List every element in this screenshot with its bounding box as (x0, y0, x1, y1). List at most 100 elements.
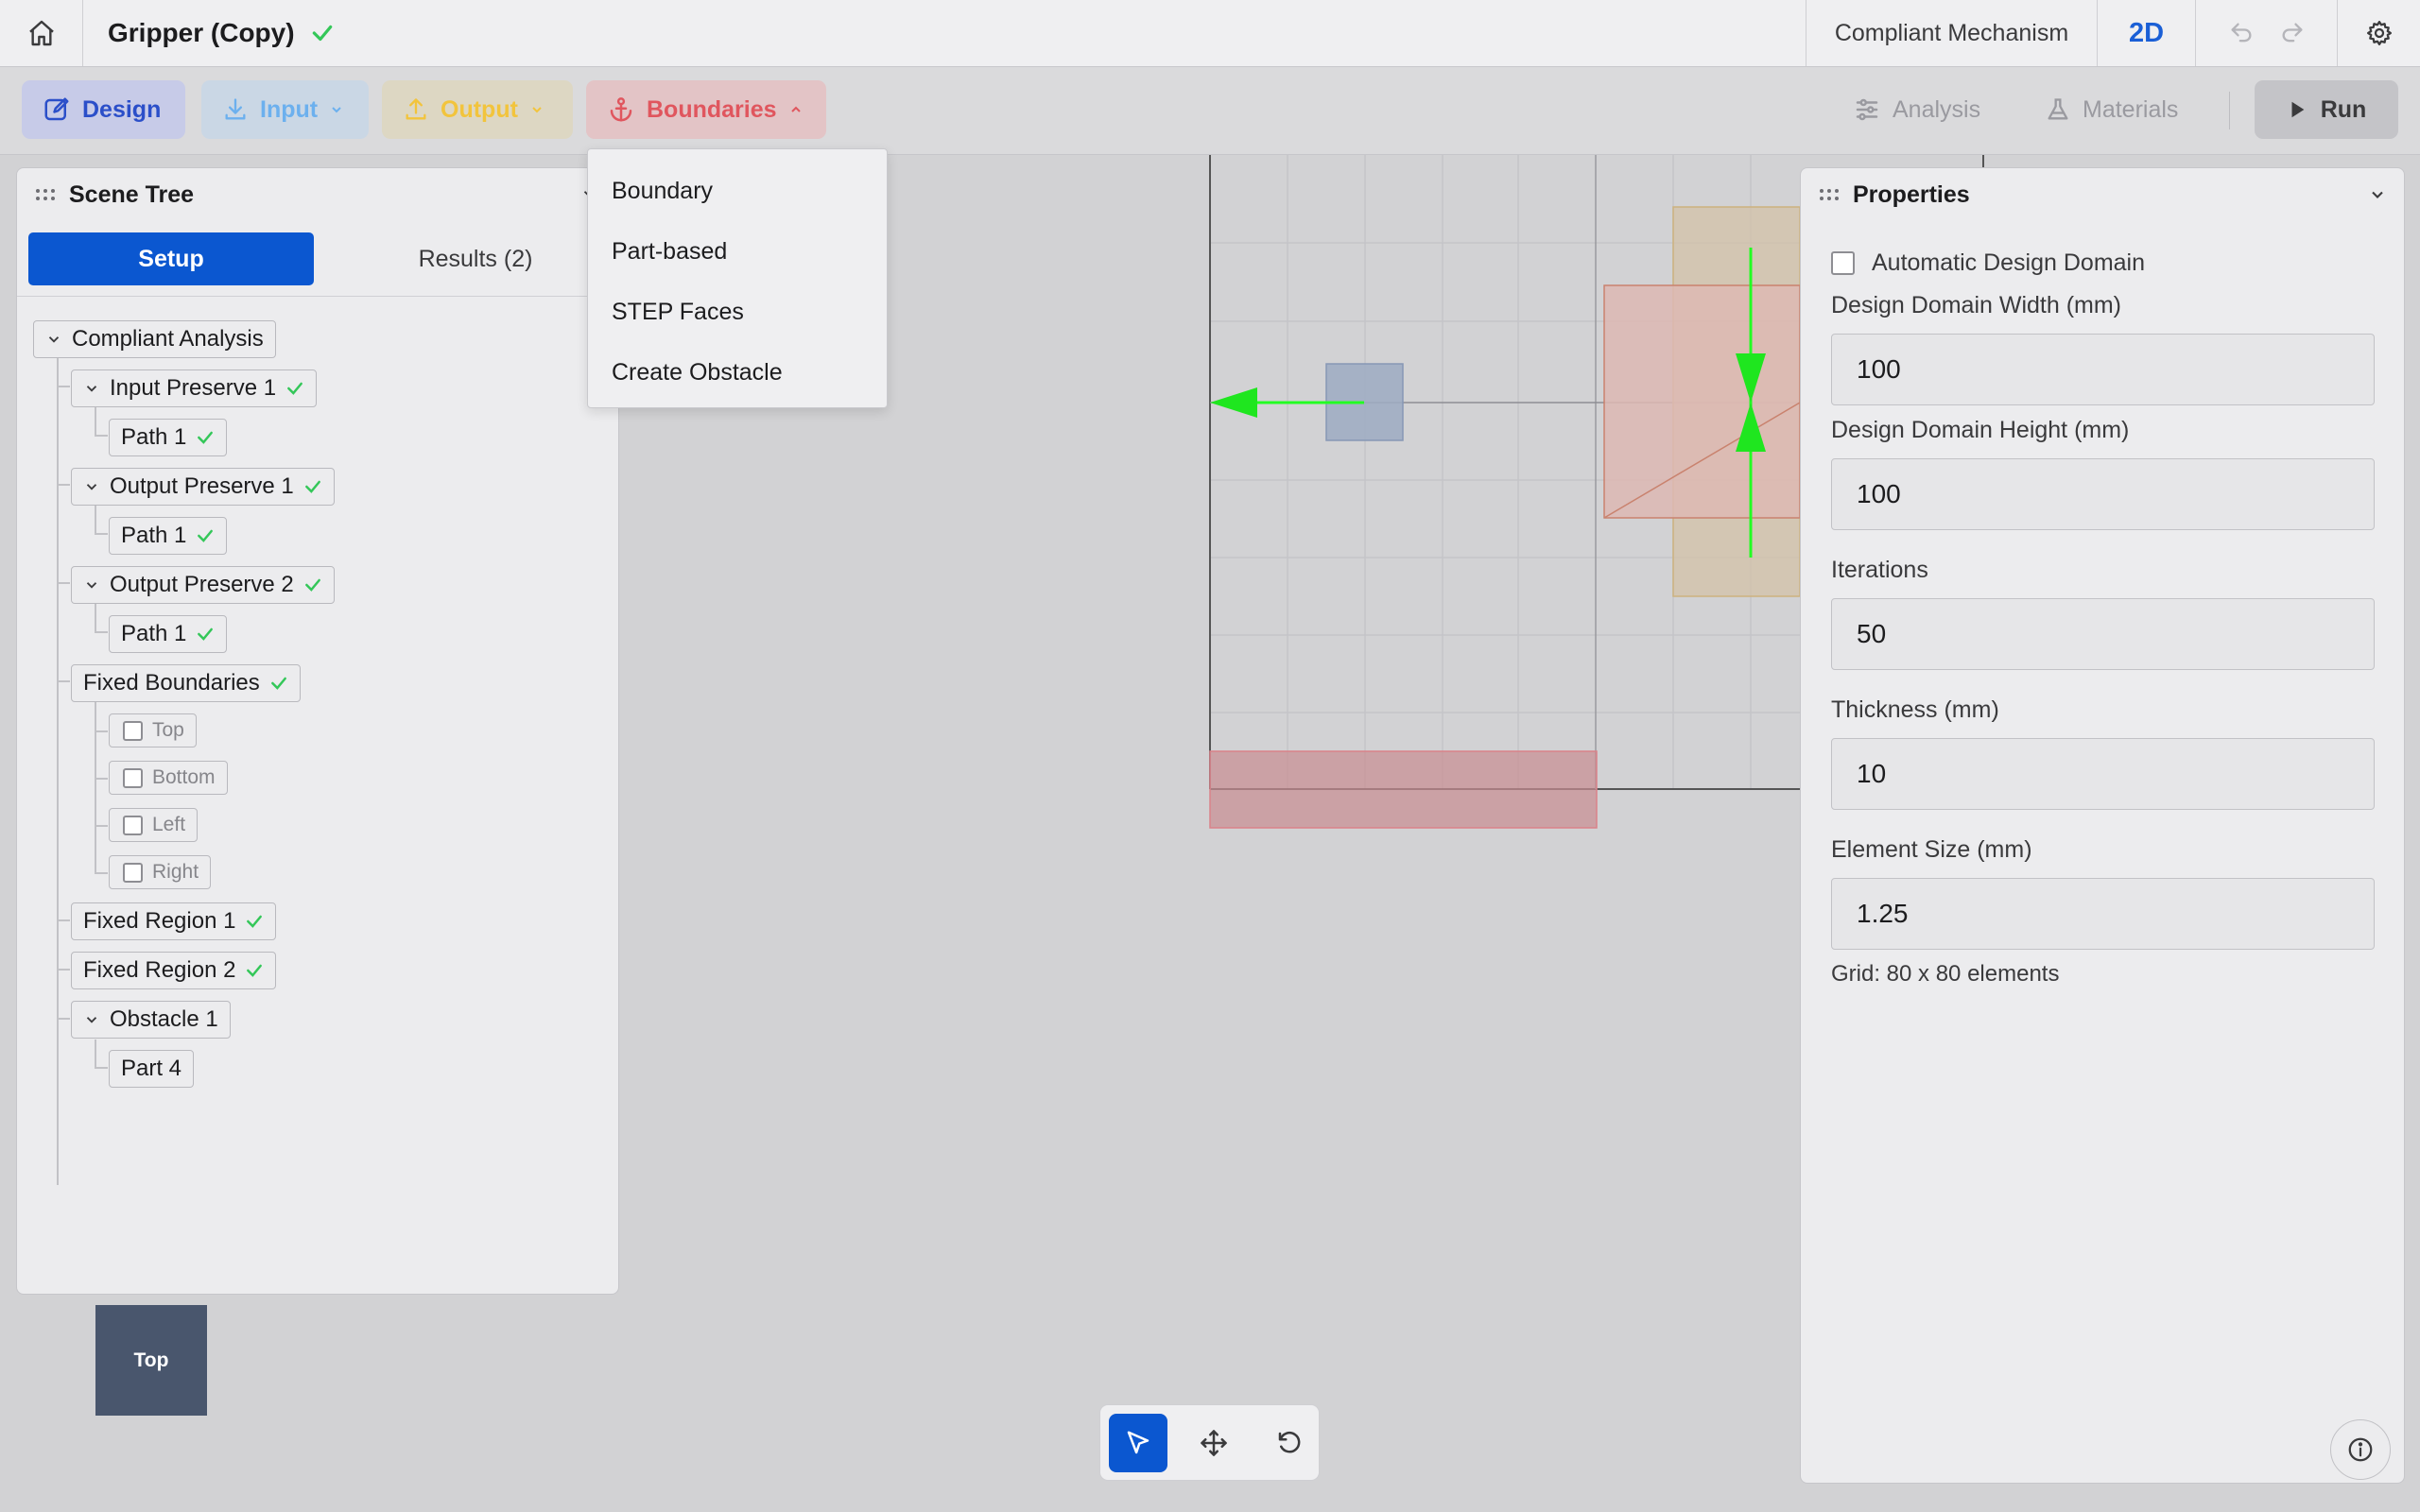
fixed-boundary-left-checkbox[interactable]: Left (109, 808, 199, 842)
run-button[interactable]: Run (2255, 80, 2398, 139)
settings-button[interactable] (2337, 0, 2420, 66)
tree-connector (95, 778, 108, 780)
tree-node-label: Compliant Analysis (72, 326, 264, 352)
tree-node-obstacle[interactable]: Obstacle 1 (71, 1001, 231, 1039)
fixed-boundary-bottom-checkbox[interactable]: Bottom (109, 761, 228, 795)
checkbox-label: Bottom (152, 766, 216, 788)
auto-design-domain-toggle[interactable]: Automatic Design Domain (1831, 249, 2375, 277)
tree-connector (95, 631, 108, 633)
input-menu-button[interactable]: Input (201, 80, 369, 139)
tree-node-input-path[interactable]: Path 1 (109, 419, 228, 456)
reset-view-button[interactable] (1260, 1414, 1319, 1472)
select-tool-button[interactable] (1109, 1413, 1167, 1472)
tree-node-output-preserve-2[interactable]: Output Preserve 2 (71, 566, 335, 604)
download-icon (222, 96, 249, 123)
chevron-down-icon[interactable] (45, 331, 62, 348)
tree-node-label: Path 1 (121, 523, 187, 548)
tree-node-label: Output Preserve 2 (110, 572, 294, 597)
redo-icon[interactable] (2279, 20, 2306, 46)
fixed-region-bottom (1209, 750, 1598, 829)
tree-node-input-preserve[interactable]: Input Preserve 1 (71, 369, 318, 407)
element-size-input[interactable]: 1.25 (1831, 878, 2375, 950)
tree-connector (95, 702, 96, 874)
obstacle-region (1603, 284, 1801, 519)
checkbox[interactable] (123, 767, 143, 788)
tab-setup[interactable]: Setup (28, 232, 314, 285)
chevron-down-icon (329, 102, 344, 117)
checkbox[interactable] (1831, 250, 1855, 275)
chevron-down-icon[interactable] (83, 478, 100, 495)
menu-item-step-faces[interactable]: STEP Faces (588, 282, 887, 342)
checkbox-label: Top (152, 719, 184, 741)
thickness-label: Thickness (mm) (1831, 696, 1999, 723)
menu-item-create-obstacle[interactable]: Create Obstacle (588, 342, 887, 403)
tree-node-fixed-boundaries[interactable]: Fixed Boundaries (71, 664, 301, 702)
chevron-down-icon[interactable] (83, 380, 100, 397)
scene-tree-panel: Scene Tree Setup Results (2) Compliant A… (16, 167, 619, 1295)
tree-connector (95, 1067, 108, 1069)
drag-handle-icon[interactable] (1819, 188, 1840, 201)
checkbox-label: Left (152, 814, 186, 835)
view-mode-toggle[interactable]: 2D (2097, 0, 2195, 66)
tree-connector (95, 872, 108, 874)
toolbar-divider (2229, 92, 2230, 129)
analysis-button[interactable]: Analysis (1853, 80, 1980, 139)
home-button[interactable] (0, 0, 83, 66)
checkbox-label: Right (152, 861, 199, 883)
info-icon (2346, 1435, 2375, 1464)
checkbox[interactable] (123, 862, 143, 883)
tree-node-label: Part 4 (121, 1056, 182, 1081)
tree-node-obstacle-part[interactable]: Part 4 (109, 1050, 195, 1088)
tree-node-label: Obstacle 1 (110, 1006, 218, 1032)
tree-connector (57, 680, 70, 682)
undo-icon[interactable] (2228, 20, 2255, 46)
info-button[interactable] (2330, 1419, 2391, 1480)
iterations-input[interactable]: 50 (1831, 598, 2375, 670)
checkbox[interactable] (123, 815, 143, 835)
output-label: Output (441, 95, 518, 123)
check-icon (245, 912, 264, 931)
tree-connector (95, 533, 108, 535)
tree-node-fixed-region-2[interactable]: Fixed Region 2 (71, 952, 277, 989)
output-menu-button[interactable]: Output (382, 80, 573, 139)
scene-tree-tabs: Setup Results (2) (28, 232, 601, 285)
chevron-down-icon[interactable] (83, 576, 100, 593)
view-cube[interactable]: Top (95, 1305, 207, 1416)
design-height-input[interactable]: 100 (1831, 458, 2375, 530)
properties-panel: Properties Automatic Design Domain Desig… (1800, 167, 2405, 1484)
chevron-down-icon (529, 102, 544, 117)
checkbox[interactable] (123, 720, 143, 741)
menu-item-boundary[interactable]: Boundary (588, 161, 887, 221)
tree-node-label: Fixed Region 1 (83, 908, 236, 934)
materials-button[interactable]: Materials (2045, 80, 2178, 139)
drag-handle-icon[interactable] (35, 188, 56, 201)
thickness-input[interactable]: 10 (1831, 738, 2375, 810)
design-button[interactable]: Design (22, 80, 185, 139)
fixed-boundary-top-checkbox[interactable]: Top (109, 713, 197, 747)
tree-node-output-preserve-1[interactable]: Output Preserve 1 (71, 468, 335, 506)
tree-node-compliant-analysis[interactable]: Compliant Analysis (33, 320, 276, 358)
document-title[interactable]: Gripper (Copy) (108, 18, 295, 48)
analysis-label: Analysis (1893, 95, 1981, 123)
analysis-mode-label[interactable]: Compliant Mechanism (1806, 0, 2097, 66)
tree-node-label: Output Preserve 1 (110, 473, 294, 499)
output-force-arrows (1736, 248, 1766, 558)
check-icon (196, 526, 215, 545)
chevron-down-icon[interactable] (83, 1011, 100, 1028)
upload-icon (403, 96, 429, 123)
fixed-boundary-right-checkbox[interactable]: Right (109, 855, 212, 889)
play-icon (2287, 99, 2308, 120)
chevron-down-icon[interactable] (2368, 185, 2387, 204)
check-icon (303, 576, 322, 594)
tree-node-output-path-1[interactable]: Path 1 (109, 517, 228, 555)
menu-item-part-based[interactable]: Part-based (588, 221, 887, 282)
check-icon (269, 674, 288, 693)
boundaries-menu-button[interactable]: Boundaries (586, 80, 826, 139)
tab-results[interactable]: Results (2) (333, 232, 618, 285)
tree-node-output-path-2[interactable]: Path 1 (109, 615, 228, 653)
design-width-input[interactable]: 100 (1831, 334, 2375, 405)
saved-check-icon (310, 21, 335, 45)
tree-node-fixed-region-1[interactable]: Fixed Region 1 (71, 902, 277, 940)
pan-tool-button[interactable] (1184, 1414, 1243, 1472)
check-icon (285, 379, 304, 398)
